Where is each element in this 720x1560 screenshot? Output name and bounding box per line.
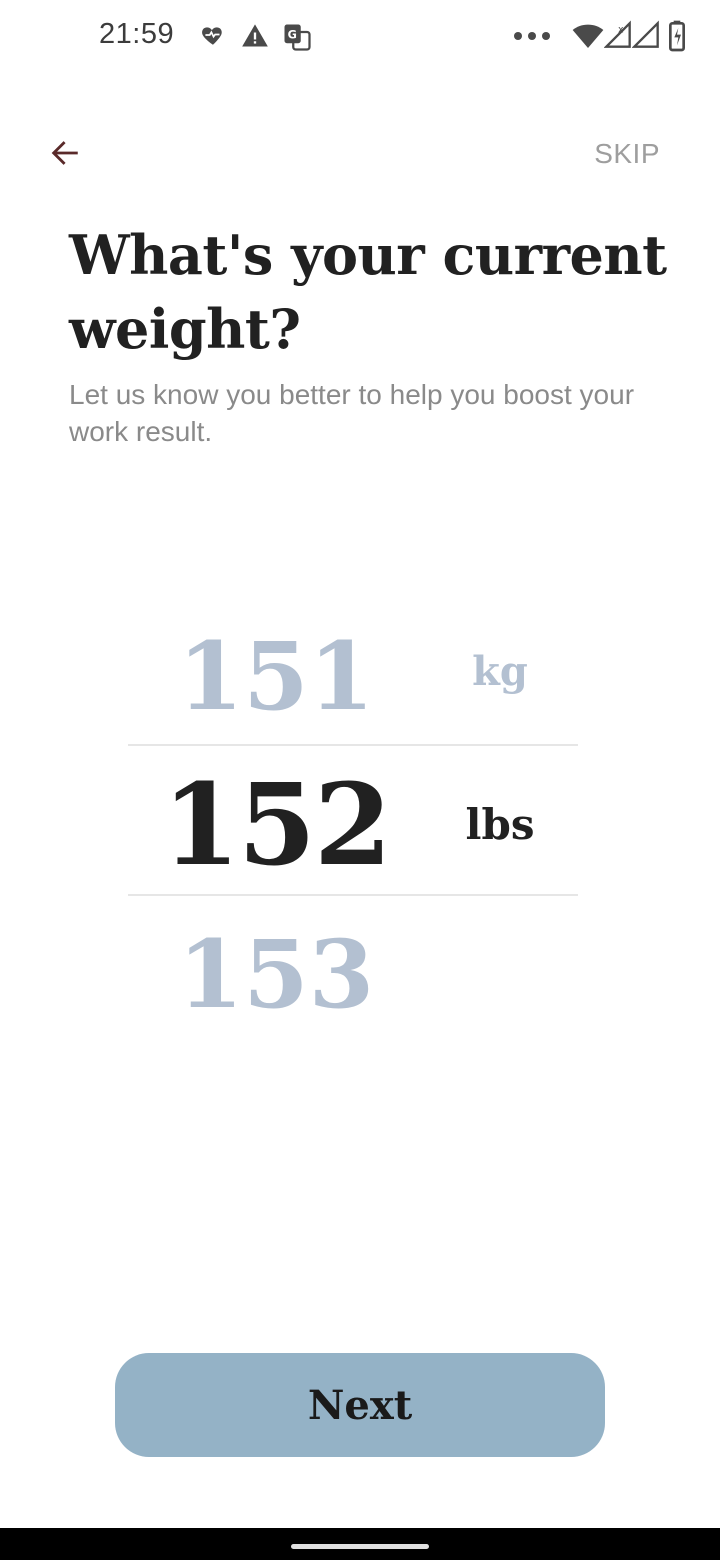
status-time: 21:59: [99, 18, 175, 50]
wifi-icon: [572, 20, 604, 57]
page-title: What's your current weight?: [69, 223, 667, 361]
picker-divider-bottom: [128, 894, 578, 896]
status-bar: 21:59 G x: [0, 0, 720, 72]
weight-option-selected[interactable]: 152: [126, 760, 426, 891]
signal-icon: x: [603, 20, 632, 55]
next-button[interactable]: Next: [115, 1353, 605, 1457]
weight-option-previous[interactable]: 151: [126, 622, 426, 732]
next-button-label: Next: [307, 1381, 413, 1429]
picker-divider-top: [128, 744, 578, 746]
signal-x-icon: [631, 20, 660, 55]
weight-option-next[interactable]: 153: [126, 920, 426, 1030]
svg-text:G: G: [288, 28, 297, 41]
warning-icon: [240, 22, 270, 52]
translate-icon: G: [282, 22, 312, 52]
skip-button[interactable]: SKIP: [594, 138, 660, 170]
home-gesture-handle[interactable]: [291, 1544, 429, 1549]
system-nav-bar: [0, 1528, 720, 1560]
unit-option-kg[interactable]: kg: [430, 648, 570, 695]
more-dots-icon: [512, 20, 552, 57]
unit-option-lbs[interactable]: lbs: [430, 800, 570, 849]
heart-pulse-icon: [200, 22, 230, 52]
page-subtitle: Let us know you better to help you boost…: [69, 379, 635, 447]
back-button[interactable]: [40, 132, 90, 178]
arrow-left-icon: [47, 136, 83, 175]
battery-icon: [668, 20, 686, 57]
svg-text:x: x: [618, 25, 624, 36]
weight-picker[interactable]: 151 kg 152 lbs 153: [128, 600, 578, 1040]
